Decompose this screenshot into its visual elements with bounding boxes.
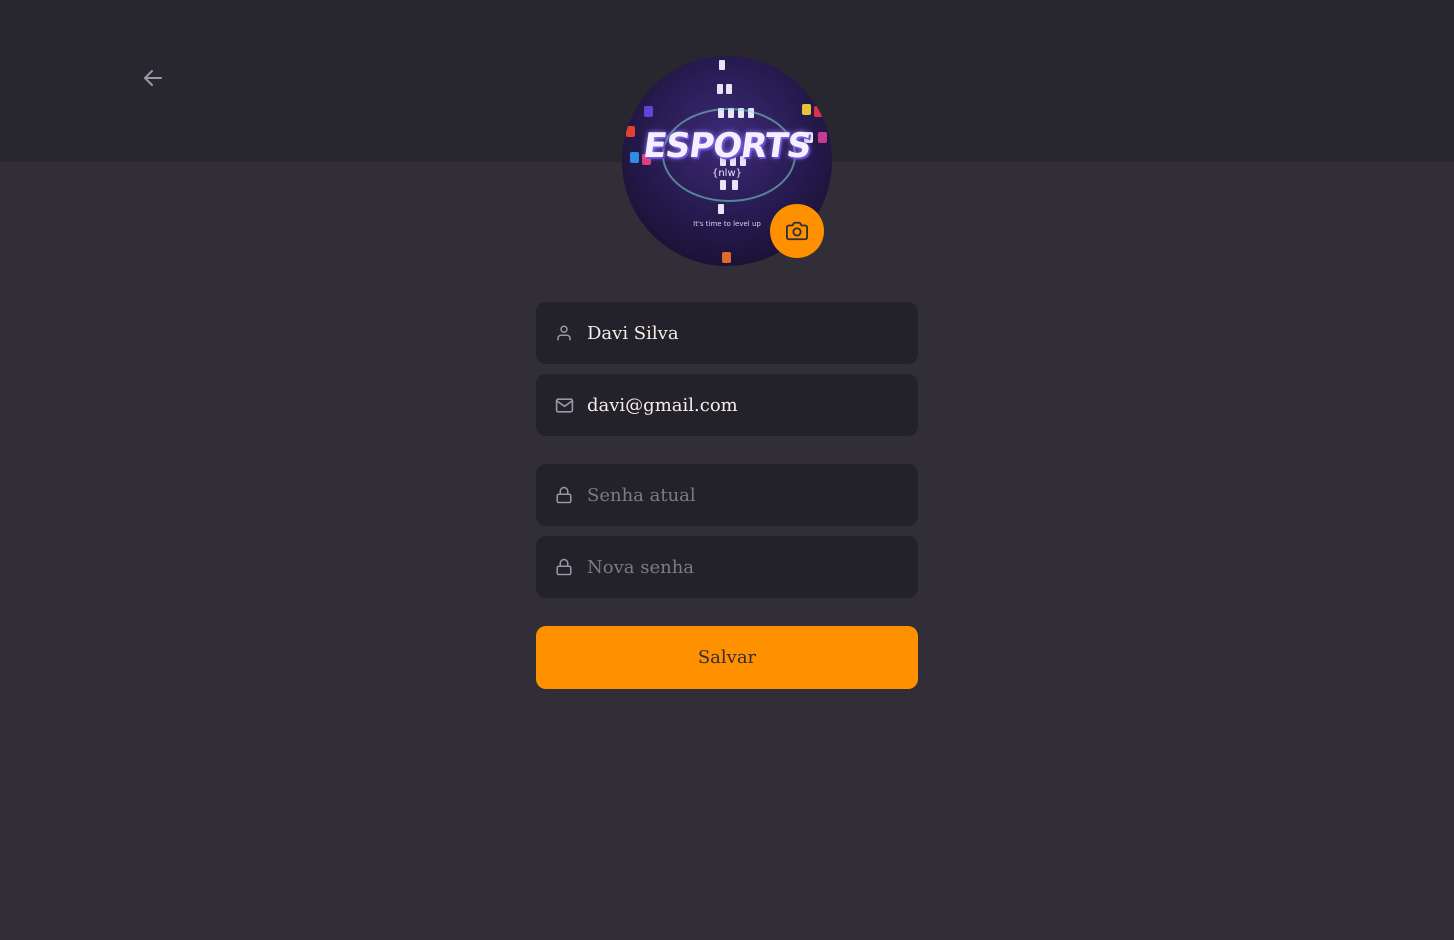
- mail-icon: [554, 395, 574, 415]
- arrow-left-icon: [144, 70, 162, 86]
- avatar-logo-subtitle: {nlw}: [711, 168, 743, 179]
- lock-icon: [554, 485, 574, 505]
- change-avatar-button[interactable]: [770, 204, 824, 258]
- new-password-field-container: [536, 536, 918, 598]
- name-field-container: [536, 302, 918, 364]
- current-password-field[interactable]: [587, 484, 907, 506]
- email-field-container: [536, 374, 918, 436]
- user-icon: [554, 323, 574, 343]
- avatar-logo-text: ESPORTS: [640, 126, 814, 166]
- name-field[interactable]: [587, 322, 907, 344]
- avatar-container: ESPORTS {nlw} It's time to level up: [622, 56, 832, 266]
- save-button[interactable]: Salvar: [536, 626, 918, 689]
- profile-form: Salvar: [536, 302, 918, 689]
- email-field[interactable]: [587, 394, 907, 416]
- lock-icon: [554, 557, 574, 577]
- new-password-field[interactable]: [587, 556, 907, 578]
- back-button[interactable]: [138, 63, 168, 93]
- camera-icon: [786, 221, 808, 241]
- current-password-field-container: [536, 464, 918, 526]
